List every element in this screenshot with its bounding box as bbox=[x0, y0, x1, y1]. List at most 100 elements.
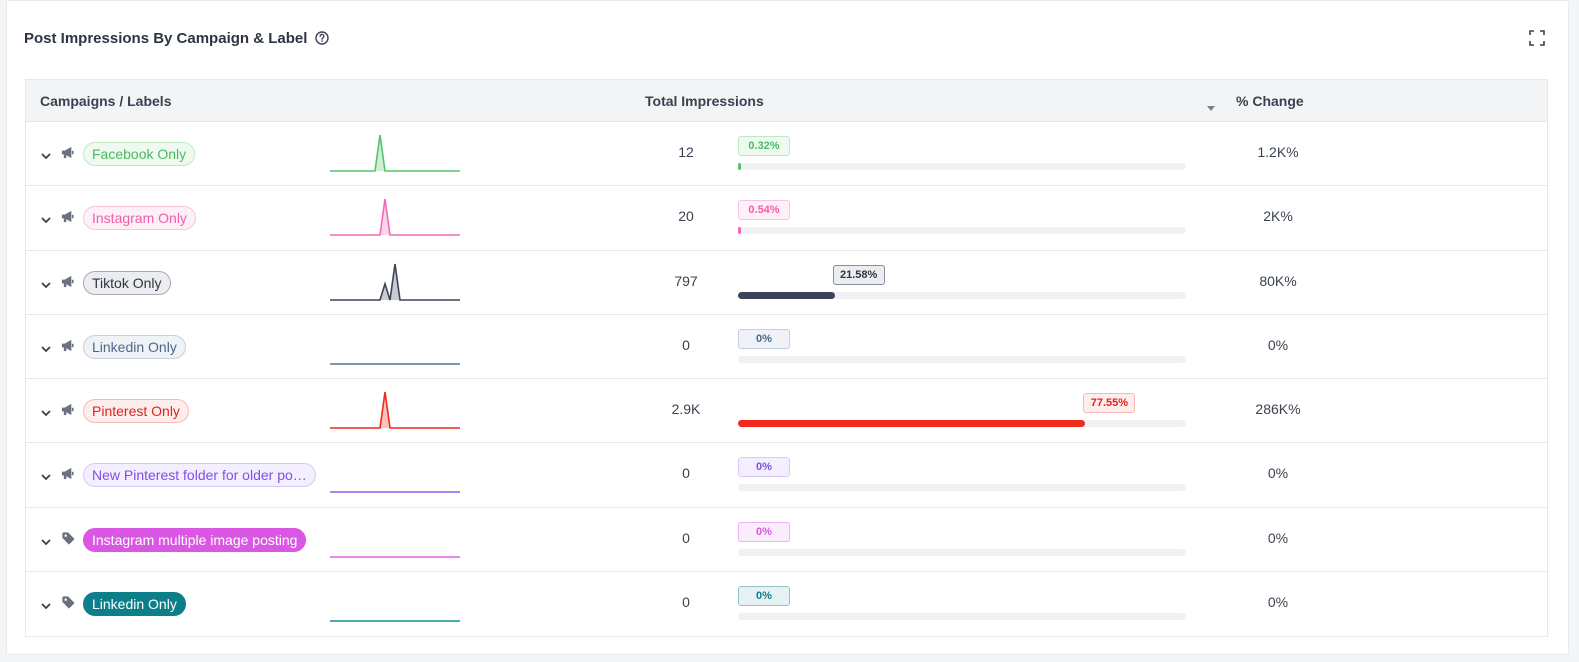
card-title: Post Impressions By Campaign & Label bbox=[24, 29, 308, 47]
campaign-label-pill[interactable]: Linkedin Only bbox=[83, 334, 186, 359]
sparkline bbox=[330, 620, 460, 622]
impressions-card: Post Impressions By Campaign & Label Cam… bbox=[6, 0, 1569, 655]
share-bar: 0% bbox=[738, 508, 1187, 572]
share-bar: 21.58% bbox=[738, 251, 1187, 315]
sparkline bbox=[330, 491, 460, 494]
campaign-label-pill[interactable]: Facebook Only bbox=[83, 142, 196, 166]
share-bar: 0% bbox=[738, 315, 1187, 379]
chevron-down-icon[interactable] bbox=[40, 341, 52, 353]
total-impressions: 20 bbox=[678, 208, 694, 225]
sparkline-area bbox=[330, 392, 460, 429]
table-row[interactable]: New Pinterest folder for older po… 0 0% 0% bbox=[26, 443, 1547, 508]
tag-icon bbox=[61, 595, 76, 610]
percent-badge: 0% bbox=[738, 586, 790, 607]
percent-change: 286K% bbox=[1255, 401, 1301, 418]
impressions-table: Campaigns / Labels Total Impressions % C… bbox=[25, 79, 1548, 638]
campaign-label-pill[interactable]: Pinterest Only bbox=[83, 399, 189, 424]
percent-badge: 21.58% bbox=[832, 264, 885, 285]
tag-icon bbox=[61, 531, 76, 546]
percent-change: 0% bbox=[1267, 594, 1289, 611]
megaphone-icon bbox=[61, 402, 76, 417]
percent-change: 1.2K% bbox=[1257, 144, 1299, 160]
table-row[interactable]: Instagram Only 20 0.54% 2K% bbox=[26, 186, 1547, 251]
progress-fill bbox=[738, 291, 835, 299]
campaign-label-pill[interactable]: Tiktok Only bbox=[83, 270, 171, 295]
table-row[interactable]: Instagram multiple image posting 0 0% 0% bbox=[26, 508, 1547, 573]
percent-badge: 0.54% bbox=[738, 200, 790, 221]
percent-change: 0% bbox=[1267, 529, 1289, 546]
sparkline-area bbox=[330, 135, 460, 171]
sparkline bbox=[330, 363, 460, 365]
table-header: Campaigns / Labels Total Impressions % C… bbox=[26, 80, 1547, 122]
progress-track bbox=[738, 291, 1186, 299]
column-total-impressions[interactable]: Total Impressions bbox=[645, 93, 764, 109]
percent-badge: 0% bbox=[738, 328, 790, 349]
megaphone-icon bbox=[61, 209, 76, 224]
megaphone-icon bbox=[61, 338, 76, 353]
help-circle-icon[interactable] bbox=[315, 31, 330, 45]
megaphone-icon bbox=[61, 466, 76, 481]
percent-change: 0% bbox=[1267, 336, 1289, 353]
total-impressions: 0 bbox=[682, 336, 690, 353]
sparkline bbox=[330, 199, 460, 237]
total-impressions: 12 bbox=[678, 144, 694, 160]
percent-badge: 0% bbox=[738, 457, 790, 478]
chevron-down-icon[interactable] bbox=[40, 598, 52, 610]
column-change[interactable]: % Change bbox=[1236, 93, 1304, 109]
percent-change: 2K% bbox=[1263, 208, 1293, 225]
progress-track bbox=[738, 420, 1186, 428]
column-campaigns[interactable]: Campaigns / Labels bbox=[40, 93, 171, 109]
share-bar: 0.32% bbox=[738, 122, 1187, 186]
chevron-down-icon[interactable] bbox=[40, 148, 52, 160]
progress-fill bbox=[738, 420, 1086, 428]
progress-fill bbox=[738, 163, 741, 170]
sparkline bbox=[330, 263, 460, 301]
sparkline bbox=[330, 392, 460, 429]
progress-fill bbox=[738, 227, 741, 235]
sparkline-line bbox=[330, 134, 460, 172]
card-header: Post Impressions By Campaign & Label bbox=[24, 27, 330, 49]
progress-track bbox=[738, 355, 1186, 363]
table-row[interactable]: Facebook Only 12 0.32% 1.2K% bbox=[26, 122, 1547, 187]
percent-change: 80K% bbox=[1259, 272, 1297, 289]
sparkline bbox=[330, 555, 460, 558]
campaign-label-pill[interactable]: Instagram multiple image posting bbox=[83, 527, 307, 552]
megaphone-icon bbox=[61, 145, 76, 160]
campaign-label-pill[interactable]: New Pinterest folder for older po… bbox=[83, 463, 316, 488]
sparkline-line bbox=[330, 392, 460, 429]
share-bar: 0.54% bbox=[738, 186, 1187, 250]
sparkline-line bbox=[330, 199, 460, 237]
percent-badge: 0.32% bbox=[738, 136, 790, 156]
campaign-label-pill[interactable]: Linkedin Only bbox=[83, 592, 186, 617]
progress-track bbox=[738, 548, 1186, 556]
megaphone-icon bbox=[61, 274, 76, 289]
caret-down-icon[interactable] bbox=[1206, 99, 1216, 111]
sparkline bbox=[330, 134, 460, 172]
total-impressions: 2.9K bbox=[671, 401, 701, 418]
table-body: Facebook Only 12 0.32% 1.2K% Instagram Only 2… bbox=[26, 122, 1547, 636]
campaign-label-pill[interactable]: Instagram Only bbox=[83, 206, 196, 231]
chevron-down-icon[interactable] bbox=[40, 277, 52, 288]
total-impressions: 0 bbox=[682, 465, 690, 482]
table-row[interactable]: Tiktok Only 797 21.58% 80K% bbox=[26, 251, 1547, 315]
chevron-down-icon[interactable] bbox=[40, 405, 52, 417]
share-bar: 77.55% bbox=[738, 379, 1187, 443]
chevron-down-icon[interactable] bbox=[40, 469, 52, 481]
progress-track bbox=[738, 227, 1186, 235]
progress-track bbox=[738, 163, 1186, 170]
table-row[interactable]: Pinterest Only 2.9K 77.55% 286K% bbox=[26, 379, 1547, 444]
share-bar: 0% bbox=[738, 572, 1187, 636]
percent-badge: 77.55% bbox=[1083, 393, 1136, 414]
chevron-down-icon[interactable] bbox=[40, 212, 52, 224]
total-impressions: 0 bbox=[682, 529, 690, 546]
table-row[interactable]: Linkedin Only 0 0% 0% bbox=[26, 315, 1547, 380]
progress-track bbox=[738, 613, 1186, 621]
progress-track bbox=[738, 484, 1186, 492]
chevron-down-icon[interactable] bbox=[40, 534, 52, 546]
fullscreen-icon[interactable] bbox=[1528, 29, 1546, 47]
percent-badge: 0% bbox=[738, 521, 790, 542]
table-row[interactable]: Linkedin Only 0 0% 0% bbox=[26, 572, 1547, 636]
total-impressions: 797 bbox=[674, 272, 698, 289]
sparkline-area bbox=[330, 199, 460, 236]
percent-change: 0% bbox=[1267, 465, 1289, 482]
